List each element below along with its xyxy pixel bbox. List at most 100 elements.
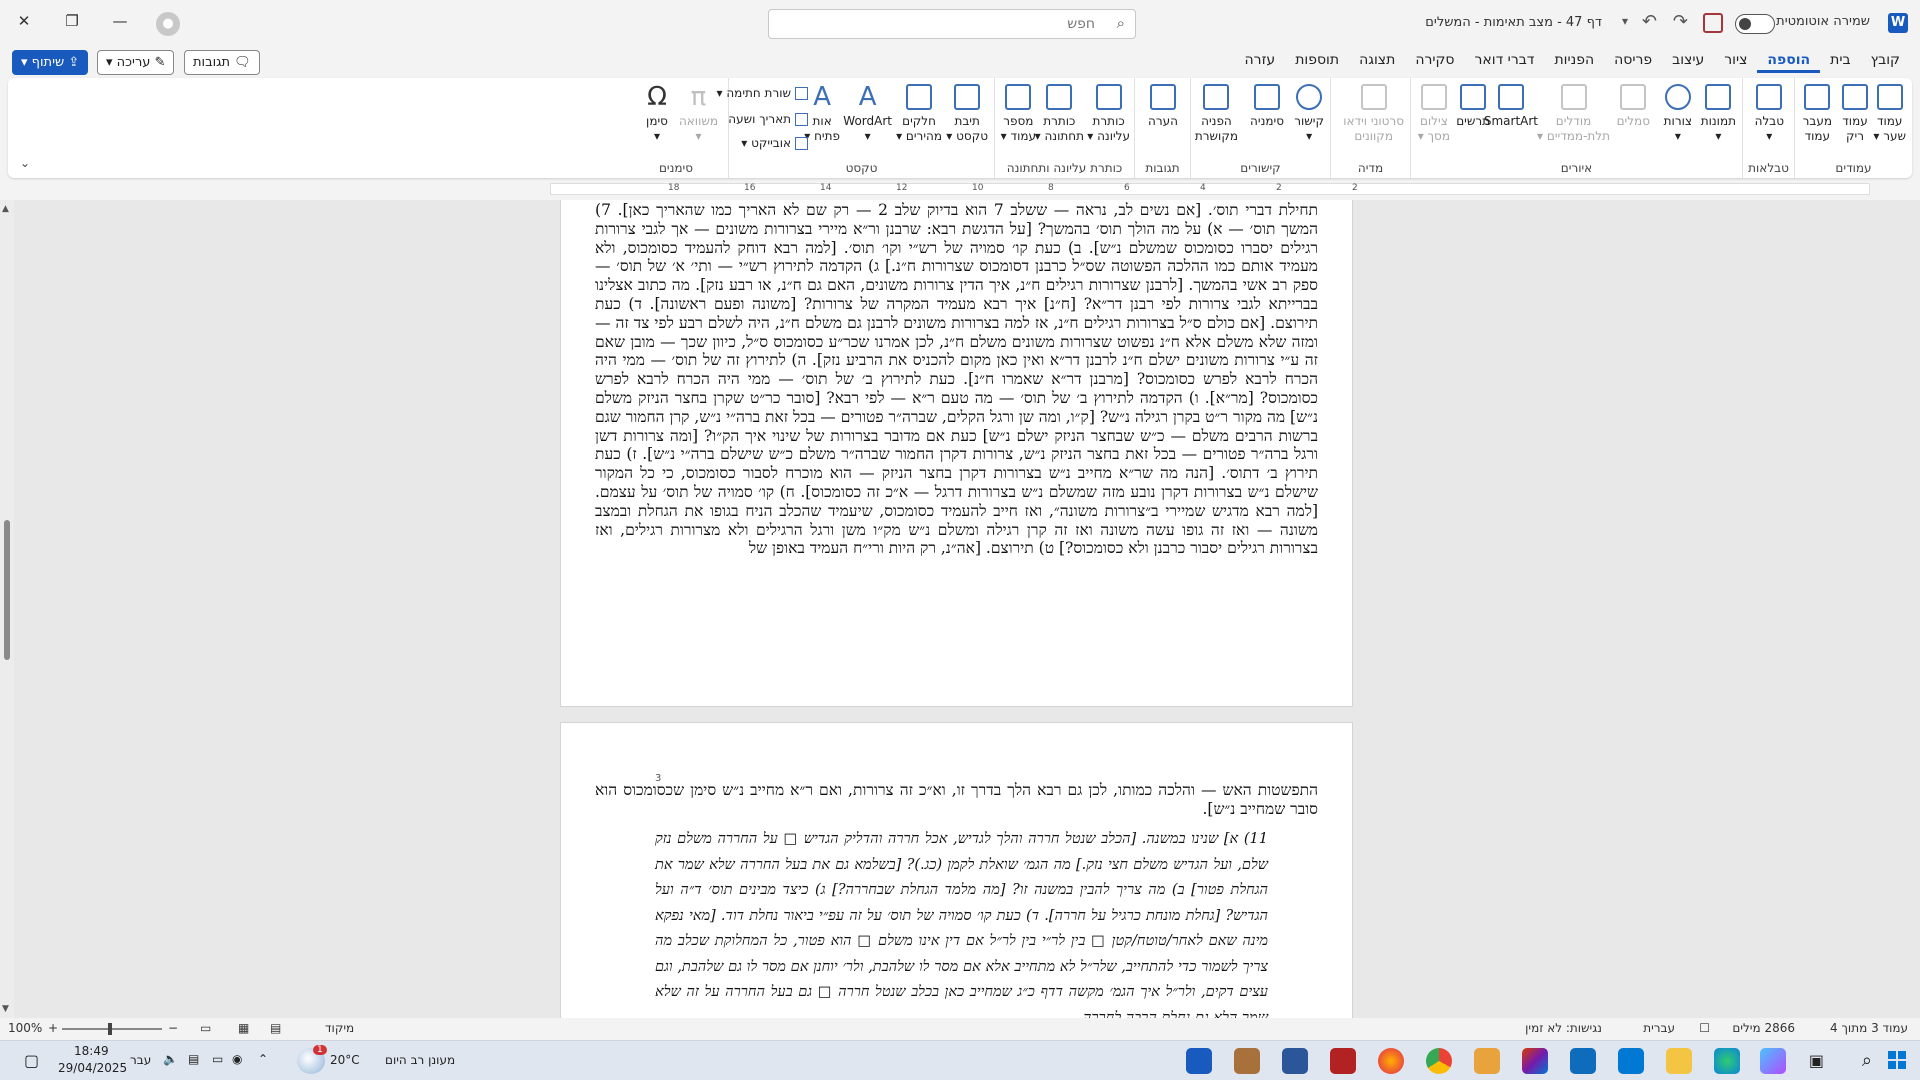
chrome-icon[interactable] (1426, 1048, 1452, 1074)
clock-date[interactable]: 29/04/2025 (58, 1061, 127, 1075)
media-app-icon[interactable] (1474, 1048, 1500, 1074)
word-count[interactable]: 2866 מילים (1732, 1021, 1795, 1035)
show-hidden-icons-icon[interactable]: ⌃ (258, 1052, 268, 1066)
weather-temp[interactable]: 20°C (330, 1053, 360, 1067)
tab-file[interactable]: קובץ (1861, 52, 1910, 73)
link-button[interactable]: קישור ▾ (1294, 84, 1324, 144)
minimize-icon[interactable]: — (108, 12, 132, 30)
undo-icon[interactable]: ↶ (1642, 11, 1657, 32)
restore-icon[interactable]: ❐ (60, 12, 84, 30)
scroll-up-icon[interactable]: ▲ (2, 204, 9, 214)
document-page[interactable]: 3 התפשטות האש — והלכה כמותו, לכן גם רבא … (560, 722, 1353, 1018)
language-indicator[interactable]: עברית (1643, 1021, 1675, 1035)
tray-record-icon[interactable]: ◉ (232, 1052, 242, 1066)
document-canvas[interactable]: תחילת דברי תוס׳. [אם נשים לב, נראה — ששל… (0, 200, 1920, 1018)
print-layout-icon[interactable]: ▦ (238, 1021, 249, 1035)
tab-layout[interactable]: פריסה (1604, 52, 1662, 73)
app-red-icon[interactable] (1330, 1048, 1356, 1074)
file-explorer-icon[interactable] (1666, 1048, 1692, 1074)
zoom-out-icon[interactable]: − (168, 1021, 178, 1035)
tab-references[interactable]: הפניות (1544, 52, 1604, 73)
page-body-text[interactable]: 11) א] שנינו במשנה. [הכלב שנטל חררה והלך… (655, 827, 1268, 1018)
comments-button[interactable]: 🗨 תגובות (184, 50, 260, 75)
close-icon[interactable]: ✕ (12, 12, 36, 30)
online-video-button[interactable]: סרטוני וידאו מקוונים (1343, 84, 1404, 144)
blank-page-button[interactable]: עמוד ריק (1842, 84, 1868, 144)
cross-reference-button[interactable]: הפניה מקושרת (1195, 84, 1238, 144)
microsoft-store-icon[interactable] (1618, 1048, 1644, 1074)
notifications-icon[interactable]: ▢ (24, 1051, 39, 1070)
page-number-button[interactable]: מספר עמוד ▾ (1001, 84, 1036, 144)
firefox-icon[interactable] (1378, 1048, 1404, 1074)
collapse-ribbon-icon[interactable]: ⌄ (20, 156, 30, 170)
read-mode-icon[interactable]: ▤ (270, 1021, 281, 1035)
windows-start-icon[interactable] (1888, 1051, 1906, 1069)
document-title[interactable]: דף 47 - מצב תאימות - המשלים (1425, 15, 1602, 30)
date-time-button[interactable]: תאריך ושעה (728, 112, 808, 126)
equation-button[interactable]: π משוואה ▾ (679, 84, 718, 144)
taskbar-search-icon[interactable]: ⌕ (1862, 1050, 1872, 1071)
tab-draw[interactable]: ציור (1714, 52, 1757, 73)
shapes-button[interactable]: צורות ▾ (1664, 84, 1692, 144)
header-button[interactable]: כותרת עליונה ▾ (1087, 84, 1130, 144)
scroll-down-icon[interactable]: ▼ (2, 1004, 9, 1014)
autosave-toggle[interactable] (1735, 14, 1775, 34)
app-brown-icon[interactable] (1234, 1048, 1260, 1074)
tab-help[interactable]: עזרה (1235, 52, 1286, 73)
vertical-scrollbar[interactable]: ▲ ▼ (0, 200, 14, 1018)
zoom-slider-knob[interactable] (108, 1023, 112, 1035)
outlook-icon[interactable] (1570, 1048, 1596, 1074)
redo-icon[interactable]: ↷ (1673, 11, 1688, 32)
page-body-text[interactable]: תחילת דברי תוס׳. [אם נשים לב, נראה — ששל… (595, 201, 1318, 558)
quick-parts-button[interactable]: חלקים מהירים ▾ (896, 84, 942, 144)
drop-cap-button[interactable]: A אות פתיח ▾ (804, 84, 840, 144)
pictures-button[interactable]: תמונות ▾ (1701, 84, 1736, 144)
task-view-icon[interactable]: ▣ (1809, 1051, 1824, 1070)
new-comment-button[interactable]: הערה (1148, 84, 1178, 129)
web-layout-icon[interactable]: ▭ (200, 1021, 211, 1035)
cover-page-button[interactable]: עמוד שער ▾ (1873, 84, 1906, 144)
edge-icon[interactable] (1714, 1048, 1740, 1074)
horizontal-ruler[interactable]: 18 16 14 12 10 8 6 4 2 2 (540, 180, 1880, 198)
symbol-button[interactable]: Ω סימן ▾ (644, 84, 670, 144)
copilot-icon[interactable] (1760, 1048, 1786, 1074)
focus-mode-button[interactable]: מיקוד (325, 1021, 354, 1035)
tab-home[interactable]: בית (1820, 52, 1860, 73)
m365-icon[interactable] (1522, 1048, 1548, 1074)
tray-device-icon[interactable]: ▭ (212, 1052, 223, 1066)
wordart-button[interactable]: A WordArt ▾ (843, 84, 892, 144)
share-button[interactable]: ⇪ שיתוף ▾ (12, 50, 89, 75)
smartart-button[interactable]: SmartArt (1484, 84, 1538, 129)
tab-addins[interactable]: תוספות (1285, 52, 1349, 73)
accessibility-status[interactable]: נגישות: לא זמין (1525, 1021, 1602, 1035)
zoom-slider[interactable] (62, 1023, 162, 1035)
screenshot-button[interactable]: צילום מסך ▾ (1418, 84, 1450, 144)
icons-button[interactable]: סמלים (1617, 84, 1650, 129)
save-icon[interactable] (1703, 13, 1723, 33)
page-break-button[interactable]: מעבר עמוד (1803, 84, 1832, 144)
footer-button[interactable]: כותרת תחתונה ▾ (1035, 84, 1084, 144)
page-count[interactable]: עמוד 3 מתוך 4 (1830, 1021, 1908, 1035)
page-body-text[interactable]: התפשטות האש — והלכה כמותו, לכן גם רבא הל… (595, 781, 1318, 819)
bookmark-button[interactable]: סימניה (1250, 84, 1284, 129)
tab-review[interactable]: סקירה (1405, 52, 1464, 73)
tab-design[interactable]: עיצוב (1662, 52, 1714, 73)
weather-description[interactable]: מעונן רב היום (385, 1053, 455, 1067)
tab-mailings[interactable]: דברי דואר (1465, 52, 1545, 73)
word-doc-icon[interactable] (1282, 1048, 1308, 1074)
3d-models-button[interactable]: מודלים תלת-ממדיים ▾ (1537, 84, 1610, 144)
zoom-in-icon[interactable]: + (48, 1021, 58, 1035)
object-button[interactable]: אובייקט ▾ (741, 136, 808, 150)
account-avatar-icon[interactable]: ● (156, 12, 180, 36)
word-taskbar-icon[interactable] (1186, 1048, 1212, 1074)
editing-button[interactable]: ✎ עריכה ▾ (97, 50, 175, 75)
text-box-button[interactable]: תיבת טקסט ▾ (946, 84, 988, 144)
document-page[interactable]: תחילת דברי תוס׳. [אם נשים לב, נראה — ששל… (560, 200, 1353, 707)
clock-time[interactable]: 18:49 (74, 1044, 109, 1058)
signature-line-button[interactable]: שורת חתימה ▾ (717, 86, 808, 100)
tab-insert[interactable]: הוספה (1757, 52, 1821, 73)
scrollbar-thumb[interactable] (4, 520, 10, 660)
chart-button[interactable]: תרשים (1456, 84, 1490, 129)
zoom-level[interactable]: 100% (8, 1021, 42, 1035)
customize-toolbar-icon[interactable]: ▾ (1622, 14, 1628, 28)
